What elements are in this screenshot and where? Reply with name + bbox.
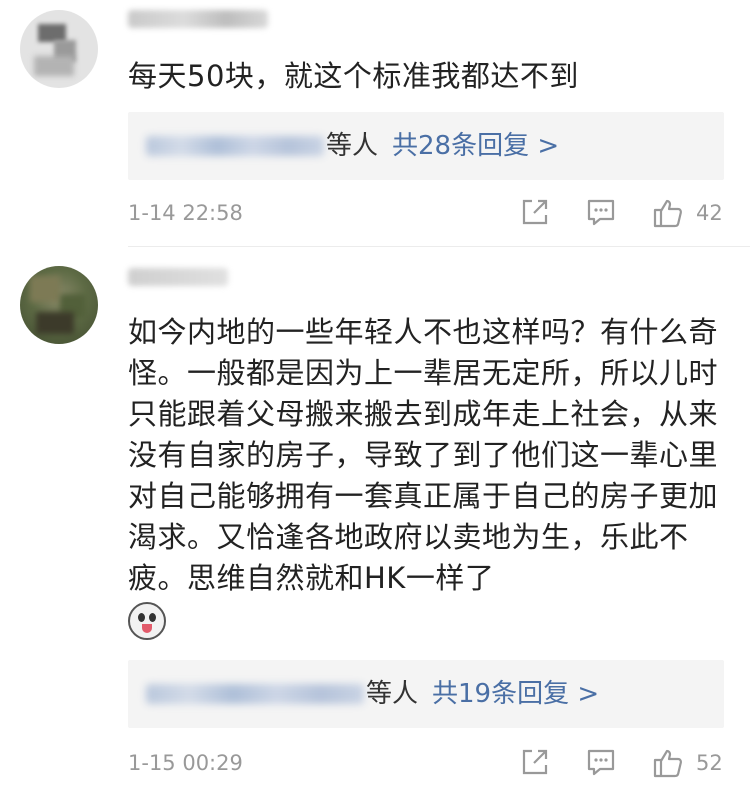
username-blurred[interactable]	[128, 10, 268, 28]
dog-emoji-icon	[128, 602, 166, 640]
share-icon[interactable]	[520, 197, 552, 229]
timestamp: 1-14 22:58	[128, 201, 243, 225]
divider	[128, 246, 750, 247]
comment-item: 每天50块，就这个标准我都达不到 等人 共28条回复 > 1-14 22:58 4…	[0, 0, 750, 246]
username-blurred[interactable]	[128, 268, 228, 286]
comment-icon[interactable]	[586, 197, 618, 229]
like-count: 52	[696, 751, 723, 775]
comment-item: 如今内地的一些年轻人不也这样吗？有什么奇怪。一般都是因为上一辈居无定所，所以儿时…	[0, 250, 750, 792]
reply-names-blurred	[146, 136, 324, 156]
thumbs-up-icon[interactable]	[652, 197, 684, 229]
reply-names-blurred	[146, 684, 364, 704]
reply-summary-box[interactable]: 等人 共28条回复 >	[128, 112, 724, 180]
comment-meta: 1-15 00:29 52	[128, 747, 726, 781]
comment-text: 如今内地的一些年轻人不也这样吗？有什么奇怪。一般都是因为上一辈居无定所，所以儿时…	[128, 312, 726, 640]
comment-body: 如今内地的一些年轻人不也这样吗？有什么奇怪。一般都是因为上一辈居无定所，所以儿时…	[128, 315, 719, 595]
comment-text: 每天50块，就这个标准我都达不到	[128, 59, 579, 93]
reply-summary[interactable]: 等人 共28条回复 >	[326, 129, 559, 163]
avatar[interactable]	[20, 266, 98, 344]
comment-icon[interactable]	[586, 747, 618, 779]
reply-count-link[interactable]: 共19条回复 >	[432, 679, 599, 709]
reply-summary-box[interactable]: 等人 共19条回复 >	[128, 660, 724, 728]
reply-suffix: 等人	[366, 679, 419, 709]
timestamp: 1-15 00:29	[128, 751, 243, 775]
reply-summary[interactable]: 等人 共19条回复 >	[366, 677, 599, 711]
reply-suffix: 等人	[326, 131, 379, 161]
comment-meta: 1-14 22:58 42	[128, 197, 726, 231]
reply-count-link[interactable]: 共28条回复 >	[392, 131, 559, 161]
like-count: 42	[696, 201, 723, 225]
thumbs-up-icon[interactable]	[652, 747, 684, 779]
avatar[interactable]	[20, 10, 98, 88]
share-icon[interactable]	[520, 747, 552, 779]
